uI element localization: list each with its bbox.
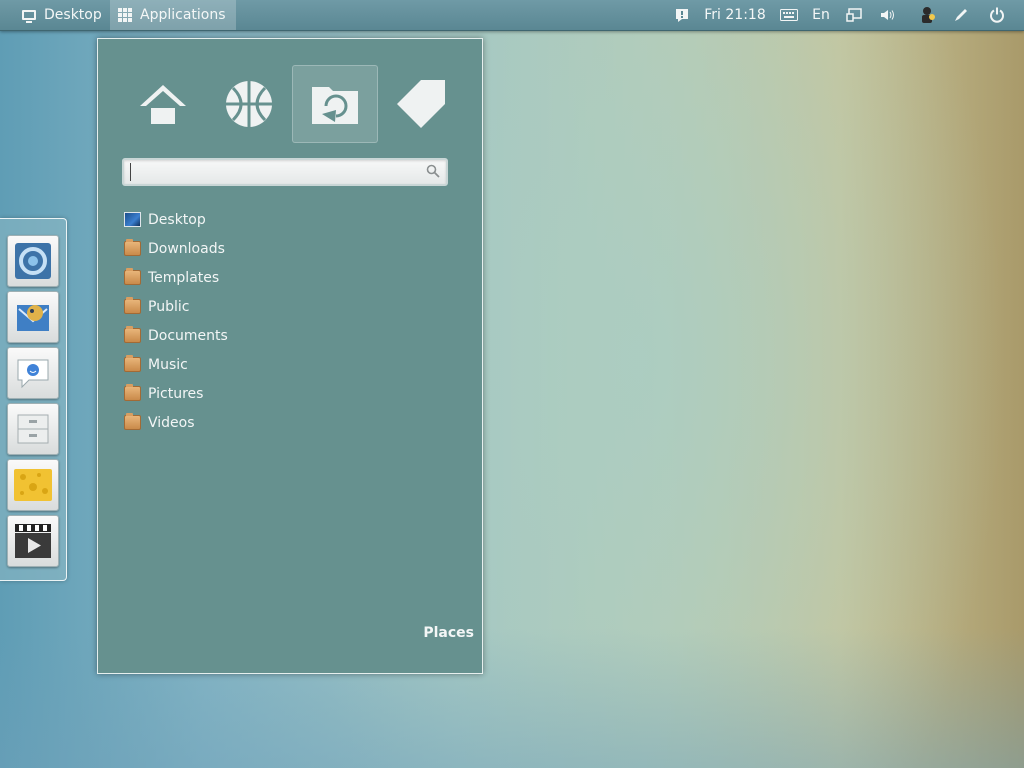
applications-button[interactable]: Applications	[110, 0, 236, 30]
place-item-videos[interactable]: Videos	[124, 408, 424, 437]
place-item-music[interactable]: Music	[124, 350, 424, 379]
search-box	[122, 158, 448, 186]
dock-item-video-player[interactable]	[7, 515, 59, 567]
place-label: Templates	[148, 269, 220, 286]
clock[interactable]: Fri 21:18	[700, 0, 770, 30]
tag-icon	[397, 80, 445, 128]
notification-icon[interactable]	[672, 0, 692, 30]
place-label: Public	[148, 298, 190, 315]
place-item-pictures[interactable]: Pictures	[124, 379, 424, 408]
category-network[interactable]	[206, 65, 292, 143]
folder-icon	[124, 268, 141, 285]
search-icon	[426, 164, 440, 178]
place-label: Music	[148, 356, 188, 373]
dock-item-chat[interactable]	[7, 347, 59, 399]
volume-icon[interactable]	[877, 0, 899, 30]
cheese-icon	[14, 469, 52, 501]
keyboard-layout-indicator[interactable]: En	[806, 0, 836, 30]
search-input[interactable]	[130, 163, 423, 181]
display-icon[interactable]	[843, 0, 865, 30]
grid-icon	[118, 8, 132, 22]
place-label: Pictures	[148, 385, 204, 402]
folder-sync-icon	[312, 87, 358, 124]
power-icon[interactable]	[986, 0, 1008, 30]
place-item-public[interactable]: Public	[124, 292, 424, 321]
places-list: Desktop Downloads Templates Public Docum…	[124, 205, 424, 437]
folder-icon	[124, 384, 141, 401]
folder-icon	[124, 297, 141, 314]
monitor-icon	[22, 10, 36, 23]
folder-icon	[124, 326, 141, 343]
category-tags[interactable]	[378, 65, 464, 143]
chromium-icon	[15, 243, 51, 279]
dock-item-cheese[interactable]	[7, 459, 59, 511]
place-label: Downloads	[148, 240, 225, 257]
thunderbird-icon	[17, 305, 49, 331]
desktop-background: Desktop Applications Fri 21:18 En Deskto…	[0, 0, 1024, 768]
pen-icon[interactable]	[950, 0, 972, 30]
user-icon[interactable]	[916, 0, 940, 30]
applications-label: Applications	[140, 7, 226, 23]
place-item-documents[interactable]: Documents	[124, 321, 424, 350]
network-icon	[226, 81, 272, 127]
chat-icon	[17, 359, 49, 389]
place-item-templates[interactable]: Templates	[124, 263, 424, 292]
category-home[interactable]	[120, 65, 206, 143]
folder-icon	[124, 413, 141, 430]
place-item-downloads[interactable]: Downloads	[124, 234, 424, 263]
folder-icon	[124, 239, 141, 256]
desktop-folder-icon	[124, 212, 141, 227]
folder-icon	[124, 355, 141, 372]
place-label: Videos	[148, 414, 195, 431]
dock-item-chromium[interactable]	[7, 235, 59, 287]
show-desktop-label: Desktop	[44, 7, 102, 23]
place-item-desktop[interactable]: Desktop	[124, 205, 424, 234]
show-desktop-button[interactable]: Desktop	[14, 0, 110, 30]
dock-item-file-cabinet[interactable]	[7, 403, 59, 455]
place-label: Desktop	[148, 211, 206, 228]
file-cabinet-icon	[17, 414, 49, 444]
place-label: Documents	[148, 327, 228, 344]
top-panel: Desktop Applications Fri 21:18 En	[0, 0, 1024, 31]
video-player-icon	[15, 524, 51, 558]
menu-title: Places	[423, 625, 474, 641]
dock-item-thunderbird[interactable]	[7, 291, 59, 343]
dock	[0, 218, 67, 581]
keyboard-icon[interactable]	[778, 0, 800, 30]
places-menu: Desktop Downloads Templates Public Docum…	[97, 38, 483, 674]
category-places[interactable]	[292, 65, 378, 143]
home-icon	[140, 85, 186, 124]
